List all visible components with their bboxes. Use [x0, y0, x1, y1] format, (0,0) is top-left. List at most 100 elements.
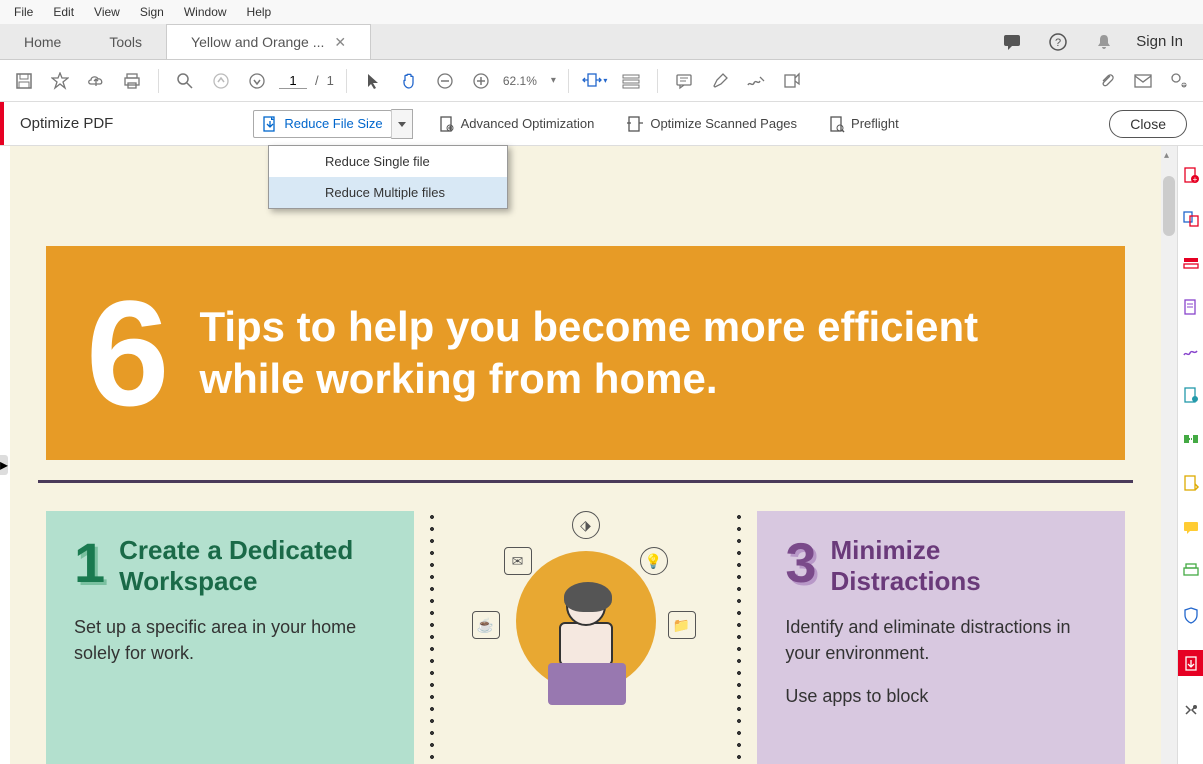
dumbbell-icon: ⬗	[572, 511, 600, 539]
stamp-icon[interactable]	[778, 67, 806, 95]
find-icon[interactable]	[171, 67, 199, 95]
export-pdf-icon[interactable]	[1182, 298, 1200, 316]
tab-home[interactable]: Home	[0, 24, 85, 59]
vertical-scrollbar[interactable]: ▴	[1161, 146, 1177, 764]
right-tool-panel: +	[1177, 146, 1203, 764]
menu-edit[interactable]: Edit	[43, 2, 84, 22]
page-total: 1	[327, 73, 334, 88]
fit-width-icon[interactable]: ▾	[581, 67, 609, 95]
card1-title: Create a Dedicated Workspace	[119, 535, 386, 597]
banner: 6 Tips to help you become more efficient…	[46, 246, 1125, 460]
banner-number: 6	[86, 278, 169, 428]
hand-icon[interactable]	[395, 67, 423, 95]
share-icon[interactable]: +	[1165, 67, 1193, 95]
protect-icon[interactable]	[1182, 606, 1200, 624]
zoom-dropdown-icon[interactable]: ▾	[551, 75, 556, 86]
save-icon[interactable]	[10, 67, 38, 95]
scroll-up-icon[interactable]: ▴	[1164, 150, 1169, 161]
tip-card-2-illustration: ⬗ ✉ 💡 ☕ 📁	[430, 511, 742, 764]
svg-text:+: +	[1182, 80, 1187, 89]
divider	[38, 480, 1133, 483]
page-number-input[interactable]	[279, 73, 307, 89]
tab-tools[interactable]: Tools	[85, 24, 166, 59]
svg-text:+: +	[1192, 175, 1197, 184]
advanced-label: Advanced Optimization	[461, 116, 595, 131]
attachment-icon[interactable]	[1093, 67, 1121, 95]
bell-icon[interactable]	[1090, 28, 1118, 56]
comment-icon[interactable]	[998, 28, 1026, 56]
card3-number: 3	[785, 535, 816, 591]
sign-in-button[interactable]: Sign In	[1136, 33, 1183, 50]
optimize-scanned-button[interactable]: Optimize Scanned Pages	[620, 111, 803, 137]
optimize-toolbar: Optimize PDF Reduce File Size Advanced O…	[0, 102, 1203, 146]
menu-sign[interactable]: Sign	[130, 2, 174, 22]
menu-file[interactable]: File	[4, 2, 43, 22]
card3-body2: Use apps to block	[785, 684, 1097, 709]
star-icon[interactable]	[46, 67, 74, 95]
menu-view[interactable]: View	[84, 2, 130, 22]
pointer-icon[interactable]	[359, 67, 387, 95]
organize-icon[interactable]	[1182, 386, 1200, 404]
tab-document-label: Yellow and Orange ...	[191, 34, 324, 50]
print-icon[interactable]	[118, 67, 146, 95]
preflight-icon	[829, 115, 845, 133]
tip-card-1: 1 Create a Dedicated Workspace Set up a …	[46, 511, 414, 764]
zoom-in-icon[interactable]	[467, 67, 495, 95]
advanced-icon	[439, 115, 455, 133]
cloud-icon[interactable]	[82, 67, 110, 95]
scanned-icon	[626, 115, 644, 133]
page-separator: /	[315, 73, 319, 88]
card1-body: Set up a specific area in your home sole…	[74, 615, 386, 665]
tab-bar: Home Tools Yellow and Orange ... ✕ ? Sig…	[0, 24, 1203, 60]
tip-card-3: 3 Minimize Distractions Identify and eli…	[757, 511, 1125, 764]
tab-document[interactable]: Yellow and Orange ... ✕	[166, 24, 371, 59]
zoom-out-icon[interactable]	[431, 67, 459, 95]
mug-icon: ☕	[472, 611, 500, 639]
close-button[interactable]: Close	[1109, 110, 1187, 138]
print-tool-icon[interactable]	[1182, 562, 1200, 580]
help-icon[interactable]: ?	[1044, 28, 1072, 56]
optimize-tool-icon[interactable]	[1178, 650, 1203, 676]
preflight-label: Preflight	[851, 116, 899, 131]
main-toolbar: / 1 62.1% ▾ ▾ +	[0, 60, 1203, 102]
sign-tool-icon[interactable]	[1182, 342, 1200, 360]
combine-icon[interactable]	[1182, 210, 1200, 228]
menu-bar: File Edit View Sign Window Help	[0, 0, 1203, 24]
menu-window[interactable]: Window	[174, 2, 237, 22]
create-pdf-icon[interactable]: +	[1182, 166, 1200, 184]
envelope-icon: ✉	[504, 547, 532, 575]
comment-tool-icon[interactable]	[670, 67, 698, 95]
zoom-level[interactable]: 62.1%	[503, 74, 543, 88]
compress-icon[interactable]	[1182, 430, 1200, 448]
scrollbar-thumb[interactable]	[1163, 176, 1175, 236]
document-viewport[interactable]: 6 Tips to help you become more efficient…	[10, 146, 1161, 764]
card1-number: 1	[74, 535, 105, 591]
reduce-single-item[interactable]: Reduce Single file	[269, 146, 507, 177]
advanced-optimization-button[interactable]: Advanced Optimization	[433, 111, 601, 137]
menu-help[interactable]: Help	[237, 2, 282, 22]
more-tools-icon[interactable]	[1182, 702, 1200, 720]
reduce-dropdown-menu: Reduce Single file Reduce Multiple files	[268, 145, 508, 209]
card3-title: Minimize Distractions	[831, 535, 1098, 597]
reduce-doc-icon	[262, 115, 278, 133]
redact-icon[interactable]	[1182, 474, 1200, 492]
reduce-file-size-button[interactable]: Reduce File Size	[253, 110, 391, 138]
optimize-title: Optimize PDF	[20, 115, 113, 132]
page-down-icon[interactable]	[243, 67, 271, 95]
reduce-multiple-item[interactable]: Reduce Multiple files	[269, 177, 507, 208]
bulb-icon: 💡	[640, 547, 668, 575]
reduce-file-size-label: Reduce File Size	[284, 116, 382, 131]
preflight-button[interactable]: Preflight	[823, 111, 905, 137]
signature-icon[interactable]	[742, 67, 770, 95]
email-icon[interactable]	[1129, 67, 1157, 95]
page-display-icon[interactable]	[617, 67, 645, 95]
scanned-label: Optimize Scanned Pages	[650, 116, 797, 131]
card3-body1: Identify and eliminate distractions in y…	[785, 615, 1097, 665]
annotate-icon[interactable]	[1182, 518, 1200, 536]
tab-close-icon[interactable]: ✕	[334, 34, 346, 51]
highlight-icon[interactable]	[706, 67, 734, 95]
left-panel-expand[interactable]: ▸	[0, 455, 8, 475]
edit-pdf-icon[interactable]	[1182, 254, 1200, 272]
reduce-dropdown-arrow[interactable]	[391, 109, 413, 139]
page-up-icon[interactable]	[207, 67, 235, 95]
